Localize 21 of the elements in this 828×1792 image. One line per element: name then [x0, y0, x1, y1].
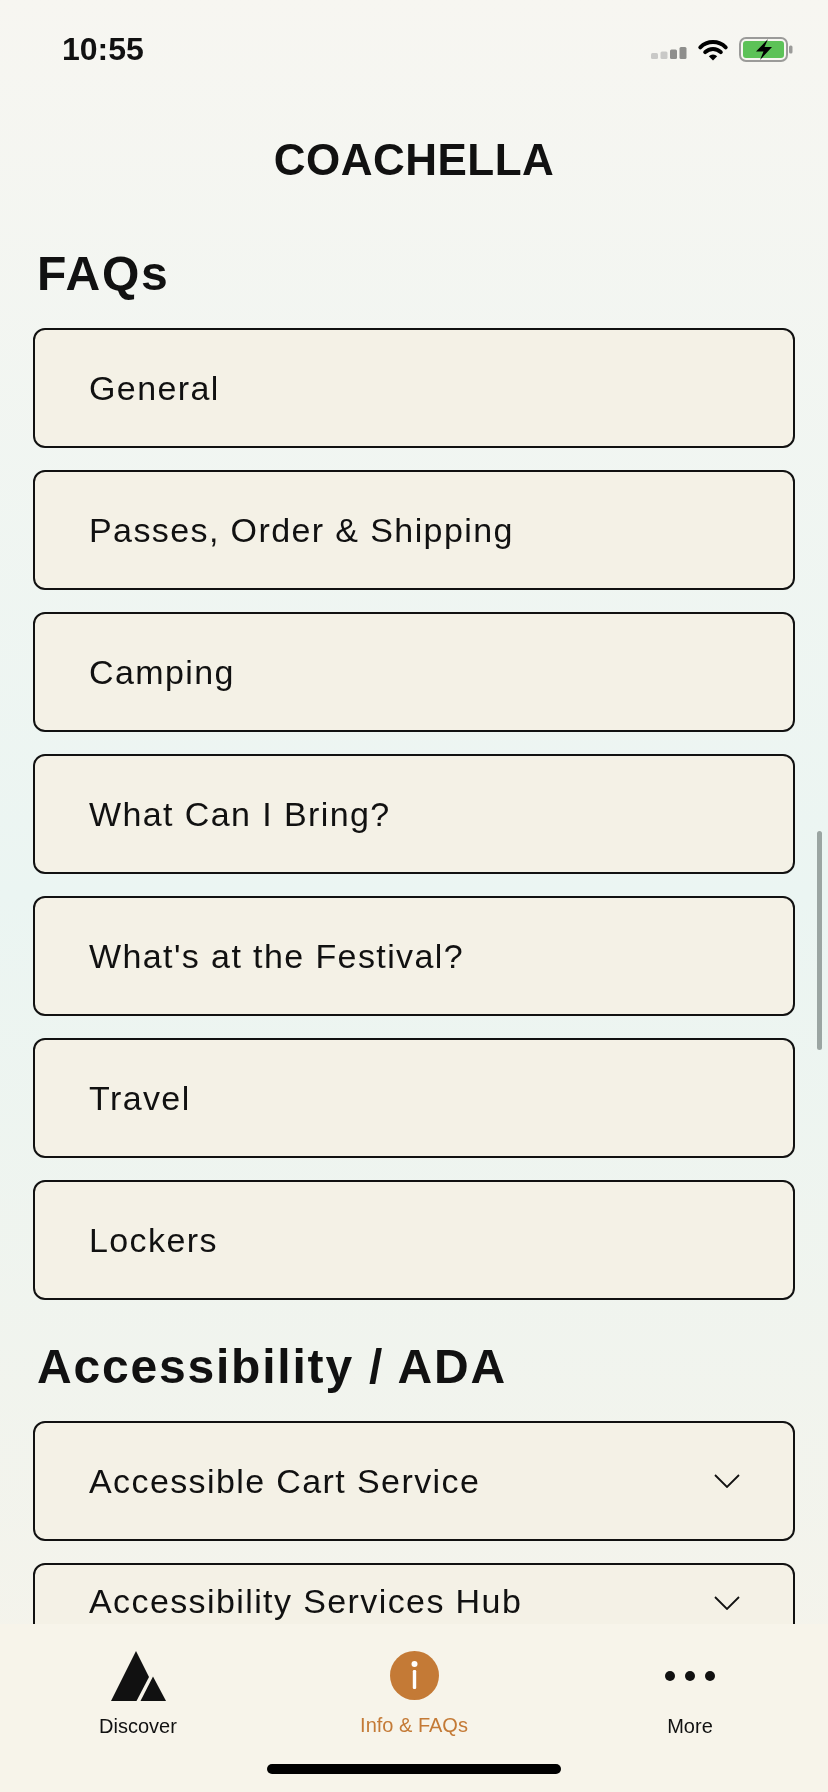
- signal-icon: [651, 47, 687, 59]
- category-button[interactable]: Lockers: [33, 1180, 795, 1300]
- battery-charging-icon: [739, 36, 793, 62]
- mountain-icon: [110, 1651, 166, 1701]
- status-time: 10:55: [62, 30, 144, 69]
- accordion-header[interactable]: Accessibility Services Hub: [33, 1563, 795, 1624]
- category-button[interactable]: Passes, Order & Shipping: [33, 470, 795, 590]
- section-heading: FAQs: [36, 246, 171, 302]
- category-button[interactable]: General: [33, 328, 795, 448]
- category-button[interactable]: Camping: [33, 612, 795, 732]
- wifi-icon: [697, 37, 729, 61]
- category-button[interactable]: What's at the Festival?: [33, 896, 795, 1016]
- logo-wordmark: COACHELLA: [273, 134, 555, 186]
- category-button[interactable]: Travel: [33, 1038, 795, 1158]
- accordion-header[interactable]: Accessible Cart Service: [33, 1421, 795, 1541]
- tab-item[interactable]: Discover: [0, 1651, 276, 1741]
- tab-item[interactable]: More: [552, 1651, 828, 1741]
- more-icon: [665, 1671, 715, 1681]
- info-icon: [389, 1651, 439, 1700]
- category-button[interactable]: What Can I Bring?: [33, 754, 795, 874]
- section-heading: Accessibility / ADA: [36, 1339, 508, 1395]
